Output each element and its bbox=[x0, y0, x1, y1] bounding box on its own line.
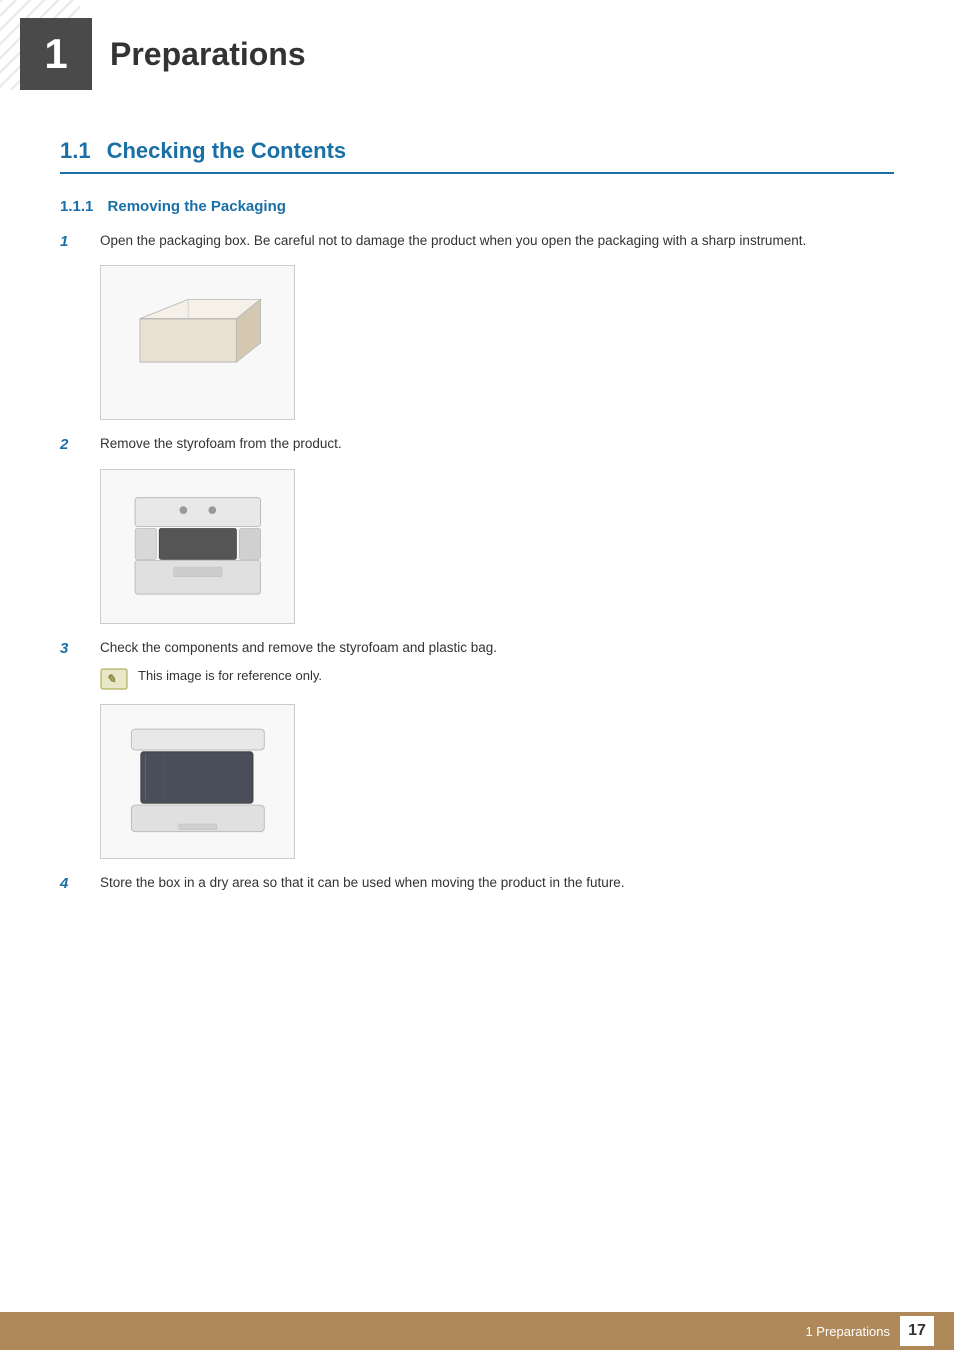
step-3: 3 Check the components and remove the st… bbox=[60, 638, 894, 658]
footer-section-label: 1 Preparations bbox=[805, 1324, 890, 1339]
section-heading: 1.1 Checking the Contents bbox=[60, 138, 894, 174]
subsection-title: Removing the Packaging bbox=[108, 198, 286, 215]
step-2: 2 Remove the styrofoam from the product. bbox=[60, 434, 894, 454]
subsection-heading: 1.1.1 Removing the Packaging bbox=[60, 198, 894, 215]
step-3-text: Check the components and remove the styr… bbox=[100, 638, 894, 658]
svg-text:✎: ✎ bbox=[106, 672, 116, 686]
note-icon: ✎ bbox=[100, 668, 128, 690]
step-1-number: 1 bbox=[60, 233, 100, 250]
chapter-header: 1 Preparations bbox=[0, 0, 954, 108]
section-title: Checking the Contents bbox=[107, 138, 347, 164]
step-2-number: 2 bbox=[60, 436, 100, 453]
step-1: 1 Open the packaging box. Be careful not… bbox=[60, 231, 894, 251]
main-content: 1.1 Checking the Contents 1.1.1 Removing… bbox=[0, 108, 954, 963]
step-3-number: 3 bbox=[60, 640, 100, 657]
footer-page-number: 17 bbox=[900, 1316, 934, 1346]
step-4-number: 4 bbox=[60, 875, 100, 892]
note-text: This image is for reference only. bbox=[138, 668, 322, 683]
image-box-1 bbox=[100, 265, 295, 420]
page-footer: 1 Preparations 17 bbox=[0, 1312, 954, 1350]
note-box: ✎ This image is for reference only. bbox=[100, 668, 894, 690]
section-number: 1.1 bbox=[60, 138, 91, 164]
step-4: 4 Store the box in a dry area so that it… bbox=[60, 873, 894, 893]
step-1-text: Open the packaging box. Be careful not t… bbox=[100, 231, 894, 251]
chapter-number: 1 bbox=[20, 18, 92, 90]
chapter-title: Preparations bbox=[110, 36, 306, 73]
image-box-3 bbox=[100, 704, 295, 859]
subsection-number: 1.1.1 bbox=[60, 198, 93, 215]
image-box-2 bbox=[100, 469, 295, 624]
step-4-text: Store the box in a dry area so that it c… bbox=[100, 873, 894, 893]
step-2-text: Remove the styrofoam from the product. bbox=[100, 434, 894, 454]
